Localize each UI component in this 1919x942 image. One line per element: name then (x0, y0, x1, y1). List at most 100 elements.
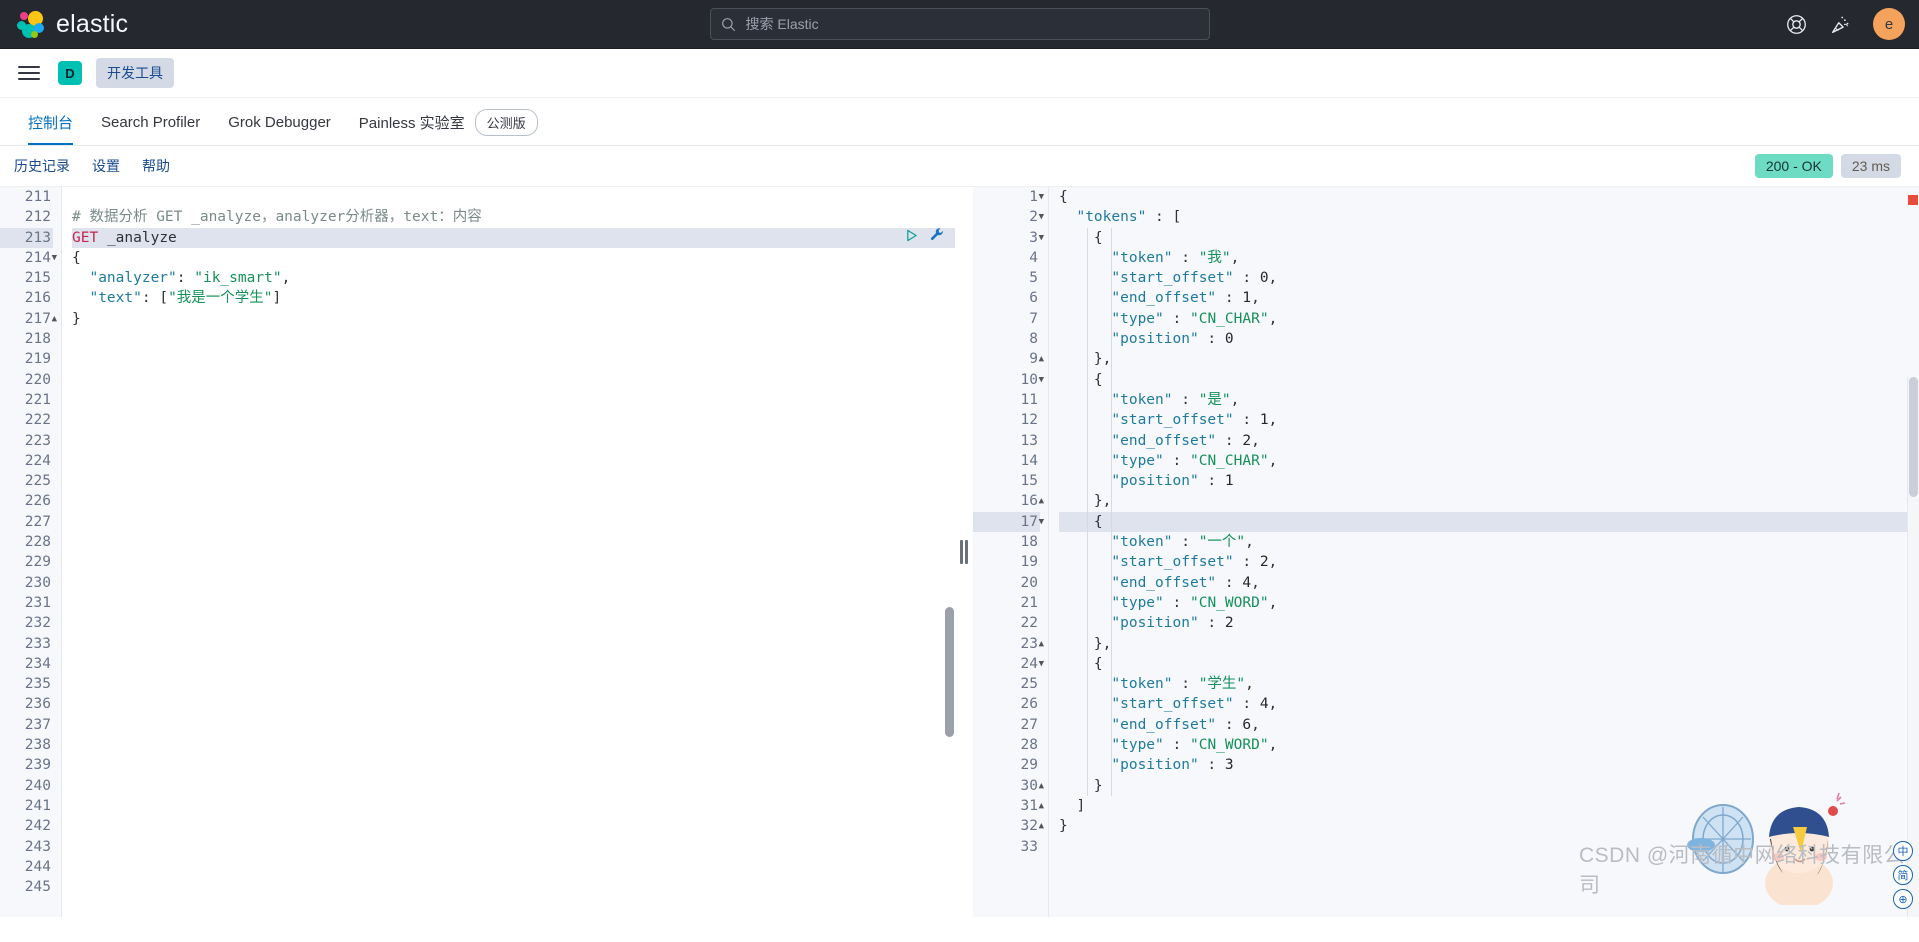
code-line[interactable]: { (1059, 187, 1919, 207)
code-line[interactable]: { (1059, 511, 1919, 533)
code-line[interactable] (72, 370, 955, 390)
code-line[interactable] (72, 471, 955, 491)
code-line[interactable] (72, 674, 955, 694)
code-line[interactable]: "tokens" : [ (1059, 207, 1919, 227)
code-line[interactable]: "token" : "我", (1059, 248, 1919, 268)
code-line[interactable] (72, 390, 955, 410)
code-line[interactable] (1059, 837, 1919, 857)
code-line[interactable]: }, (1059, 349, 1919, 369)
code-line[interactable]: "start_offset" : 1, (1059, 410, 1919, 430)
code-line[interactable]: } (72, 309, 955, 329)
code-line[interactable] (72, 654, 955, 674)
tab-console[interactable]: 控制台 (14, 99, 87, 145)
breadcrumb-dev-tools[interactable]: 开发工具 (96, 58, 174, 88)
elastic-logo[interactable]: elastic (0, 9, 128, 39)
code-line[interactable]: "token" : "一个", (1059, 532, 1919, 552)
history-button[interactable]: 历史记录 (14, 156, 70, 176)
code-line[interactable] (72, 512, 955, 532)
code-line[interactable]: }, (1059, 634, 1919, 654)
code-line[interactable] (72, 451, 955, 471)
request-code-area[interactable]: 211 212 213 214 ▼ 215 216 217 ▲ 218 219 220 221 222 22… (0, 187, 955, 917)
code-line[interactable] (72, 329, 955, 349)
code-line[interactable] (72, 735, 955, 755)
line-number: 211 (24, 189, 51, 205)
code-line[interactable]: "position" : 1 (1059, 471, 1919, 491)
help-button[interactable]: 帮助 (142, 156, 170, 176)
code-line[interactable] (72, 857, 955, 877)
response-code-area[interactable]: 1 ▼ 2 ▼ 3 ▼ 4 5 6 7 8 9 ▲ 10 ▼ 11 12 13 14 15 16 ▲ 17 ▼ 18 19 20 21… (973, 187, 1919, 917)
code-line[interactable]: "position" : 3 (1059, 755, 1919, 775)
code-line[interactable]: "start_offset" : 2, (1059, 552, 1919, 572)
code-line[interactable] (72, 410, 955, 430)
code-line[interactable]: "end_offset" : 6, (1059, 715, 1919, 735)
code-line[interactable]: "end_offset" : 2, (1059, 431, 1919, 451)
code-line[interactable] (72, 776, 955, 796)
code-line[interactable]: "end_offset" : 4, (1059, 573, 1919, 593)
code-line[interactable]: "token" : "是", (1059, 390, 1919, 410)
code-line[interactable] (72, 796, 955, 816)
code-line[interactable]: "start_offset" : 4, (1059, 694, 1919, 714)
code-line[interactable]: "type" : "CN_CHAR", (1059, 451, 1919, 471)
code-line[interactable]: { (1059, 654, 1919, 674)
request-actions[interactable] (905, 228, 945, 248)
line-number: 228 (24, 534, 51, 551)
party-popper-icon[interactable] (1829, 13, 1851, 35)
tab-search-profiler[interactable]: Search Profiler (87, 99, 214, 145)
code-line[interactable]: "position" : 2 (1059, 613, 1919, 633)
code-line[interactable] (72, 816, 955, 836)
wrench-icon[interactable] (930, 227, 945, 248)
request-editor-pane[interactable]: 211 212 213 214 ▼ 215 216 217 ▲ 218 219 220 221 222 22… (0, 187, 955, 917)
request-vertical-scrollbar[interactable] (945, 607, 954, 737)
response-editor-pane[interactable]: 1 ▼ 2 ▼ 3 ▼ 4 5 6 7 8 9 ▲ 10 ▼ 11 12 13 14 15 16 ▲ 17 ▼ 18 19 20 21… (973, 187, 1919, 917)
code-line[interactable]: { (1059, 228, 1919, 248)
code-line[interactable]: "analyzer": "ik_smart", (72, 268, 955, 288)
code-line[interactable]: }, (1059, 491, 1919, 511)
code-line[interactable] (72, 532, 955, 552)
user-avatar[interactable]: e (1873, 8, 1905, 40)
code-line[interactable]: { (1059, 370, 1919, 390)
code-line[interactable] (72, 491, 955, 511)
code-line[interactable]: GET _analyze (72, 227, 955, 248)
tab-grok-debugger[interactable]: Grok Debugger (214, 99, 345, 145)
code-line[interactable] (72, 613, 955, 633)
code-line[interactable]: "start_offset" : 0, (1059, 268, 1919, 288)
code-line[interactable] (72, 349, 955, 369)
code-line[interactable] (72, 552, 955, 572)
code-line[interactable]: "type" : "CN_CHAR", (1059, 309, 1919, 329)
code-line[interactable] (72, 837, 955, 857)
code-line[interactable] (72, 187, 955, 207)
code-line[interactable]: "token" : "学生", (1059, 674, 1919, 694)
global-search[interactable]: 搜索 Elastic (709, 8, 1210, 40)
lifering-icon[interactable] (1785, 13, 1807, 35)
search-input[interactable]: 搜索 Elastic (709, 8, 1210, 40)
code-line[interactable] (72, 755, 955, 775)
code-line[interactable]: "end_offset" : 1, (1059, 288, 1919, 308)
code-line[interactable]: "position" : 0 (1059, 329, 1919, 349)
tab-painless-lab[interactable]: Painless 实验室 公测版 (345, 99, 552, 145)
code-line[interactable]: "type" : "CN_WORD", (1059, 735, 1919, 755)
code-line[interactable]: { (72, 248, 955, 268)
pane-splitter[interactable] (955, 187, 973, 917)
response-code-body[interactable]: { "tokens" : [ { "token" : "我", "start_o… (1049, 187, 1919, 917)
code-line[interactable] (72, 715, 955, 735)
search-icon (721, 17, 735, 31)
code-line[interactable]: ] (1059, 796, 1919, 816)
page-scrollbar-thumb[interactable] (1909, 377, 1918, 497)
play-triangle-icon[interactable] (905, 228, 918, 248)
code-line[interactable] (72, 694, 955, 714)
code-line[interactable]: "text": ["我是一个学生"] (72, 288, 955, 308)
code-line[interactable] (72, 593, 955, 613)
code-line[interactable]: # 数据分析 GET _analyze，analyzer分析器，text：内容 (72, 207, 955, 227)
code-line[interactable] (72, 573, 955, 593)
line-number: 7 (1029, 310, 1038, 327)
page-scrollbar[interactable] (1907, 195, 1919, 917)
code-line[interactable]: "type" : "CN_WORD", (1059, 593, 1919, 613)
code-line[interactable] (72, 634, 955, 654)
settings-button[interactable]: 设置 (92, 156, 120, 176)
code-line[interactable]: } (1059, 776, 1919, 796)
code-line[interactable] (72, 877, 955, 897)
code-line[interactable] (72, 431, 955, 451)
request-code-body[interactable]: # 数据分析 GET _analyze，analyzer分析器，text：内容 G… (62, 187, 955, 917)
code-line[interactable]: } (1059, 816, 1919, 836)
hamburger-menu-icon[interactable] (14, 58, 44, 88)
